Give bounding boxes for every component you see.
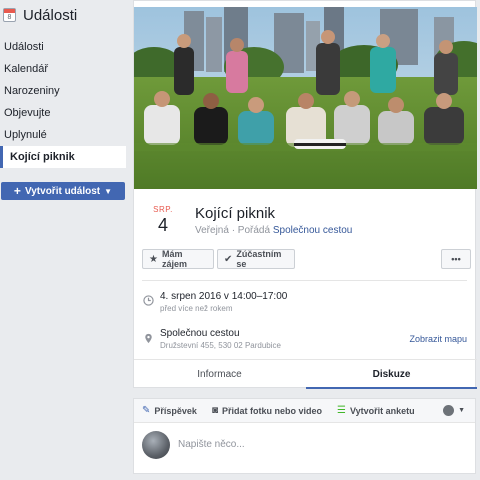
composer-options: ✎ Příspěvek ◙ Přidat fotku nebo video ☰ …	[134, 399, 475, 423]
caret-down-icon: ▼	[104, 186, 113, 196]
calendar-icon: 8	[3, 8, 16, 22]
interested-button[interactable]: ★ Mám zájem	[142, 249, 214, 269]
sidebar-header[interactable]: 8 Události	[0, 0, 130, 30]
camera-icon: ◙	[212, 405, 219, 416]
host-prefix: · Pořádá	[231, 225, 271, 236]
sidebar-nav: Události Kalendář Narozeniny Objevujte U…	[0, 36, 130, 168]
composer-input[interactable]: Napište něco...	[178, 439, 245, 450]
interested-label: Mám zájem	[161, 249, 187, 269]
event-datetime-relative: před více než rokem	[160, 304, 233, 313]
tab-information[interactable]: Informace	[134, 360, 305, 389]
sidebar-item-past[interactable]: Uplynulé	[0, 124, 130, 146]
date-day: 4	[157, 215, 168, 235]
event-time-row: 4. srpen 2016 v 14:00–17:00 před více ne…	[134, 291, 477, 321]
more-dots-icon: •••	[451, 254, 461, 264]
avatar	[142, 431, 170, 459]
audience-selector[interactable]: ▼	[443, 405, 465, 416]
composer-poll-label: Vytvořit anketu	[349, 405, 415, 416]
composer-poll-option[interactable]: ☰ Vytvořit anketu	[337, 405, 415, 416]
sidebar-title[interactable]: Události	[23, 7, 77, 24]
event-tabs: Informace Diskuze	[134, 359, 477, 389]
location-name[interactable]: Společnou cestou	[160, 328, 240, 339]
event-visibility: Veřejná	[195, 225, 229, 236]
post-composer: ✎ Příspěvek ◙ Přidat fotku nebo video ☰ …	[133, 398, 476, 474]
pencil-icon: ✎	[142, 405, 151, 416]
cover-photo-image	[134, 7, 477, 189]
clock-icon	[143, 295, 154, 306]
more-options-button[interactable]: •••	[441, 249, 471, 269]
left-sidebar: 8 Události Události Kalendář Narozeniny …	[0, 0, 130, 480]
profile-avatar-small	[443, 405, 455, 416]
date-badge: SRP. 4	[148, 205, 178, 236]
create-event-label: Vytvořit událost	[24, 185, 101, 197]
event-subtitle: Veřejná · Pořádá Společnou cestou	[195, 225, 352, 236]
create-event-button[interactable]: + Vytvořit událost ▼	[1, 182, 125, 200]
composer-photo-option[interactable]: ◙ Přidat fotku nebo video	[212, 405, 322, 416]
sidebar-item-discover[interactable]: Objevujte	[0, 102, 130, 124]
event-datetime: 4. srpen 2016 v 14:00–17:00	[160, 291, 288, 302]
poll-list-icon: ☰	[337, 405, 346, 416]
event-location-row: Společnou cestou Družstevní 455, 530 02 …	[134, 327, 477, 357]
event-title: Kojící piknik	[195, 205, 276, 222]
event-actions: ★ Mám zájem ✔ Zúčastním se •••	[134, 249, 477, 273]
date-month: SRP.	[153, 205, 173, 214]
star-icon: ★	[149, 253, 158, 265]
sidebar-item-current-event[interactable]: Kojící piknik	[0, 146, 126, 168]
event-cover-photo[interactable]	[134, 7, 477, 189]
sidebar-item-birthdays[interactable]: Narozeniny	[0, 80, 130, 102]
host-link[interactable]: Společnou cestou	[273, 225, 353, 236]
event-card: SRP. 4 Kojící piknik Veřejná · Pořádá Sp…	[133, 0, 477, 389]
composer-post-option[interactable]: ✎ Příspěvek	[142, 405, 197, 416]
event-header: SRP. 4 Kojící piknik Veřejná · Pořádá Sp…	[134, 197, 477, 245]
divider	[142, 280, 467, 281]
location-address: Družstevní 455, 530 02 Pardubice	[160, 341, 281, 350]
location-pin-icon	[145, 333, 152, 344]
caret-down-icon: ▼	[458, 407, 465, 414]
plus-icon: +	[13, 184, 21, 198]
going-label: Zúčastním se	[236, 249, 282, 269]
show-map-link[interactable]: Zobrazit mapu	[409, 334, 467, 344]
going-button[interactable]: ✔ Zúčastním se	[217, 249, 295, 269]
composer-post-label: Příspěvek	[154, 405, 197, 416]
composer-photo-label: Přidat fotku nebo video	[222, 405, 323, 416]
sidebar-item-calendar[interactable]: Kalendář	[0, 58, 130, 80]
sidebar-item-events[interactable]: Události	[0, 36, 130, 58]
check-icon: ✔	[224, 253, 233, 265]
tab-discussion[interactable]: Diskuze	[306, 360, 477, 389]
